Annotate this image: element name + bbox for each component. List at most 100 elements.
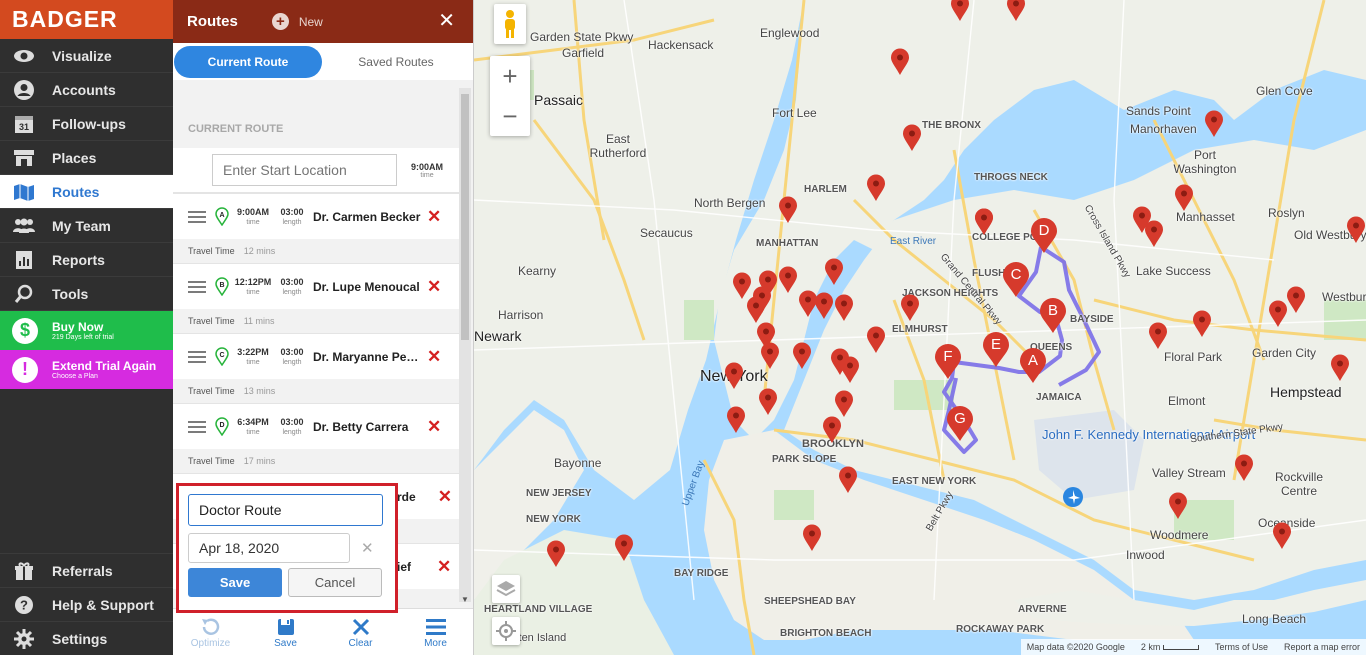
buy-now-button[interactable]: $ Buy Now 219 Days left of trial xyxy=(0,311,173,350)
stop-name[interactable]: Dr. Carmen Becker xyxy=(313,210,421,224)
location-pin-icon[interactable] xyxy=(1144,220,1164,248)
location-pin-icon[interactable] xyxy=(1286,286,1306,314)
location-pin-icon[interactable] xyxy=(902,124,922,152)
location-pin-icon[interactable] xyxy=(760,342,780,370)
remove-stop-icon[interactable]: ✕ xyxy=(427,417,441,437)
location-pin-icon[interactable] xyxy=(778,266,798,294)
route-name-input[interactable] xyxy=(188,494,383,526)
location-pin-icon[interactable] xyxy=(890,48,910,76)
nav-item-visualize[interactable]: Visualize xyxy=(0,39,173,73)
location-pin-icon[interactable] xyxy=(824,258,844,286)
location-pin-icon[interactable] xyxy=(726,406,746,434)
location-pin-icon[interactable] xyxy=(974,208,994,236)
close-icon[interactable]: ✕ xyxy=(438,8,455,33)
new-route-button[interactable]: + New xyxy=(271,13,323,30)
stop-length[interactable]: 03:00 length xyxy=(276,417,308,436)
drag-handle-icon[interactable] xyxy=(188,210,206,223)
start-location-input[interactable] xyxy=(212,154,397,186)
route-pin-g[interactable]: G xyxy=(946,406,974,442)
route-pin-a[interactable]: A xyxy=(1019,348,1047,384)
stop-length[interactable]: 03:00 length xyxy=(276,347,308,366)
cancel-button[interactable]: Cancel xyxy=(288,568,382,597)
save-button[interactable]: Save xyxy=(188,568,282,597)
remove-stop-icon[interactable]: ✕ xyxy=(437,557,451,577)
street-view-pegman-icon[interactable] xyxy=(494,4,526,44)
stop-time[interactable]: 6:34PM time xyxy=(233,417,273,436)
list-scrollbar[interactable]: ▼ xyxy=(459,88,471,604)
terms-link[interactable]: Terms of Use xyxy=(1215,642,1268,652)
location-pin-icon[interactable] xyxy=(1330,354,1350,382)
location-pin-icon[interactable] xyxy=(746,296,766,324)
nav-item-tools[interactable]: Tools xyxy=(0,277,173,311)
location-pin-icon[interactable] xyxy=(778,196,798,224)
remove-stop-icon[interactable]: ✕ xyxy=(427,347,441,367)
start-time[interactable]: 9:00AM time xyxy=(411,162,443,179)
route-pin-e[interactable]: E xyxy=(982,332,1010,368)
location-pin-icon[interactable] xyxy=(1174,184,1194,212)
location-pin-icon[interactable] xyxy=(1204,110,1224,138)
more-button[interactable]: More xyxy=(398,609,473,655)
remove-stop-icon[interactable]: ✕ xyxy=(438,487,452,507)
location-pin-icon[interactable] xyxy=(792,342,812,370)
tab-current-route[interactable]: Current Route xyxy=(174,45,322,78)
nav-item-help-support[interactable]: ? Help & Support xyxy=(0,587,173,621)
location-pin-icon[interactable] xyxy=(814,292,834,320)
location-pin-icon[interactable] xyxy=(900,294,920,322)
location-pin-icon[interactable] xyxy=(834,390,854,418)
optimize-button[interactable]: Optimize xyxy=(173,609,248,655)
stop-length[interactable]: 03:00 length xyxy=(276,277,308,296)
scroll-thumb[interactable] xyxy=(461,94,469,340)
clear-date-icon[interactable]: ✕ xyxy=(361,539,374,557)
route-pin-d[interactable]: D xyxy=(1030,218,1058,254)
stop-time[interactable]: 3:22PM time xyxy=(233,347,273,366)
nav-item-my-team[interactable]: My Team xyxy=(0,209,173,243)
location-pin-icon[interactable] xyxy=(838,466,858,494)
location-pin-icon[interactable] xyxy=(1346,216,1366,244)
report-error-link[interactable]: Report a map error xyxy=(1284,642,1360,652)
stop-length[interactable]: 03:00 length xyxy=(276,207,308,226)
location-pin-icon[interactable] xyxy=(614,534,634,562)
remove-stop-icon[interactable]: ✕ xyxy=(427,207,441,227)
drag-handle-icon[interactable] xyxy=(188,420,206,433)
zoom-out-button[interactable]: − xyxy=(490,96,530,136)
nav-item-follow-ups[interactable]: 31 Follow-ups xyxy=(0,107,173,141)
location-pin-icon[interactable] xyxy=(950,0,970,22)
nav-item-referrals[interactable]: Referrals xyxy=(0,553,173,587)
stop-name[interactable]: Dr. Betty Carrera xyxy=(313,420,421,434)
location-pin-icon[interactable] xyxy=(834,294,854,322)
route-pin-f[interactable]: F xyxy=(934,344,962,380)
save-route-button[interactable]: Save xyxy=(248,609,323,655)
nav-item-settings[interactable]: Settings xyxy=(0,621,173,655)
remove-stop-icon[interactable]: ✕ xyxy=(427,277,441,297)
scroll-down-arrow-icon[interactable]: ▼ xyxy=(461,595,469,604)
drag-handle-icon[interactable] xyxy=(188,280,206,293)
drag-handle-icon[interactable] xyxy=(188,350,206,363)
location-pin-icon[interactable] xyxy=(866,174,886,202)
location-pin-icon[interactable] xyxy=(866,326,886,354)
location-pin-icon[interactable] xyxy=(822,416,842,444)
nav-item-places[interactable]: Places xyxy=(0,141,173,175)
location-pin-icon[interactable] xyxy=(1148,322,1168,350)
badger-logo[interactable]: BADGER xyxy=(12,6,118,33)
clear-route-button[interactable]: Clear xyxy=(323,609,398,655)
location-pin-icon[interactable] xyxy=(1168,492,1188,520)
location-pin-icon[interactable] xyxy=(758,388,778,416)
zoom-in-button[interactable]: + xyxy=(490,56,530,96)
extend-trial-button[interactable]: ! Extend Trial Again Choose a Plan xyxy=(0,350,173,389)
stop-time[interactable]: 9:00AM time xyxy=(233,207,273,226)
stop-name[interactable]: Dr. Maryanne Peterson xyxy=(313,350,421,364)
nav-item-routes[interactable]: Routes xyxy=(0,175,173,209)
map[interactable]: Garden State Pkwy Hackensack Englewood G… xyxy=(474,0,1366,655)
location-pin-icon[interactable] xyxy=(1272,522,1292,550)
location-pin-icon[interactable] xyxy=(802,524,822,552)
nav-item-reports[interactable]: Reports xyxy=(0,243,173,277)
nav-item-accounts[interactable]: Accounts xyxy=(0,73,173,107)
location-pin-icon[interactable] xyxy=(1006,0,1026,22)
stop-name[interactable]: Dr. Lupe Menoucal xyxy=(313,280,421,294)
location-pin-icon[interactable] xyxy=(840,356,860,384)
location-pin-icon[interactable] xyxy=(1192,310,1212,338)
tab-saved-routes[interactable]: Saved Routes xyxy=(322,46,470,78)
stop-time[interactable]: 12:12PM time xyxy=(233,277,273,296)
location-pin-icon[interactable] xyxy=(1268,300,1288,328)
route-pin-c[interactable]: C xyxy=(1002,262,1030,298)
